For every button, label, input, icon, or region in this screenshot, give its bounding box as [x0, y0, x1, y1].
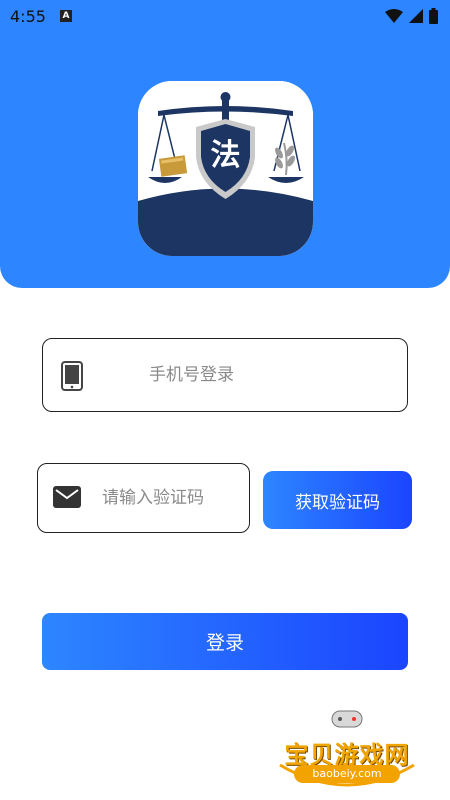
status-bar: 4:55 A [0, 0, 450, 32]
watermark-url: baobeiy.com [294, 765, 400, 783]
wifi-icon [385, 9, 403, 23]
logo-character: 法 [211, 138, 241, 173]
signal-icon [409, 9, 423, 23]
get-code-button[interactable]: 获取验证码 [263, 471, 412, 529]
app-logo: 法 [138, 81, 313, 256]
verification-code-input[interactable] [102, 481, 242, 515]
notification-a-icon: A [59, 10, 72, 22]
phone-input[interactable] [149, 357, 389, 393]
phone-icon [61, 361, 83, 391]
status-icons [385, 8, 438, 24]
login-button[interactable]: 登录 [42, 613, 408, 670]
verification-code-field[interactable] [37, 463, 250, 533]
watermark-logo: 宝贝游戏网 baobeiy.com [272, 705, 422, 795]
status-time: 4:55 [10, 6, 46, 26]
mail-icon [53, 486, 81, 508]
header-banner: 4:55 A 法 [0, 0, 450, 288]
battery-icon [429, 8, 438, 24]
phone-field[interactable] [42, 338, 408, 412]
